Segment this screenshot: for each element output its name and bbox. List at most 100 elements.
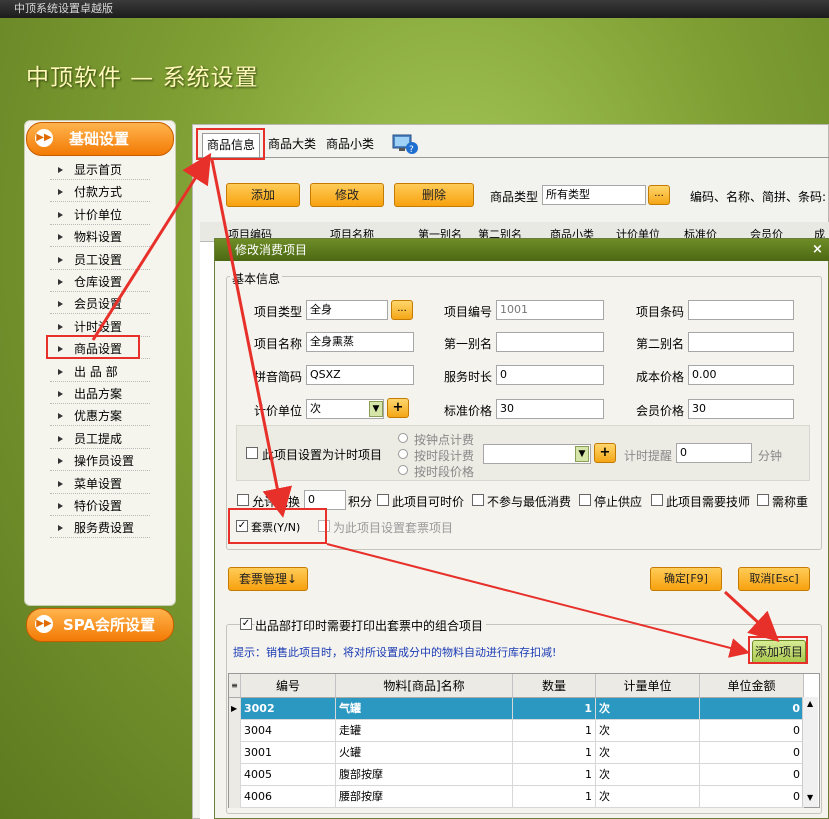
sidebar-item[interactable]: 出品方案 xyxy=(50,384,150,404)
package-setup-label: 为此项目设置套票项目 xyxy=(333,521,454,535)
add-timing-button[interactable]: + xyxy=(594,443,616,463)
tab-goods-subcategory[interactable]: 商品小类 xyxy=(322,133,378,157)
stop-supply-checkbox[interactable] xyxy=(579,494,591,506)
sidebar-item[interactable]: 菜单设置 xyxy=(50,474,150,494)
need-weigh-checkbox[interactable] xyxy=(757,494,769,506)
timed-price-label: 此项目可时价 xyxy=(392,495,465,509)
col-header-amount[interactable]: 单位金额 xyxy=(700,674,804,698)
sidebar-item-label: 特价设置 xyxy=(74,499,123,513)
item-name-input[interactable]: 全身熏蒸 xyxy=(306,332,414,352)
sidebar-item-label: 显示首页 xyxy=(74,163,123,177)
scroll-down-icon[interactable]: ▼ xyxy=(807,793,813,802)
item-code-input[interactable]: 1001 xyxy=(496,300,604,320)
reminder-label: 计时提醒 xyxy=(624,449,673,463)
table-cell: 1 xyxy=(513,720,596,742)
arrow-right-icon xyxy=(58,503,63,509)
alias2-input[interactable] xyxy=(688,332,794,352)
col-header-unit[interactable]: 计量单位 xyxy=(596,674,700,698)
basic-info-legend: 基本信息 xyxy=(230,270,283,287)
scroll-up-icon[interactable]: ▲ xyxy=(807,699,813,708)
radio-hourly[interactable] xyxy=(398,433,408,443)
sidebar-item[interactable]: 物料设置 xyxy=(50,227,150,248)
tab-goods-category[interactable]: 商品大类 xyxy=(264,133,320,157)
sidebar-item[interactable]: 付款方式 xyxy=(50,182,150,203)
arrow-right-icon xyxy=(58,211,63,218)
table-row[interactable]: 3001 火罐 1 次 0 xyxy=(229,742,804,764)
stop-supply-label: 停止供应 xyxy=(594,495,643,509)
item-barcode-input[interactable] xyxy=(688,300,794,320)
close-icon[interactable]: × xyxy=(812,242,823,257)
pinyin-label: 拼音简码 xyxy=(254,370,303,384)
col-header-qty[interactable]: 数量 xyxy=(513,674,596,698)
combo-table: ≡ 编号 物料[商品]名称 数量 计量单位 单位金额 ▶ 3002 气罐 1 次 0 300… xyxy=(228,673,820,808)
add-unit-button[interactable]: + xyxy=(387,398,409,418)
member-price-input[interactable]: 30 xyxy=(688,399,794,419)
pinyin-input[interactable]: QSXZ xyxy=(306,365,414,385)
table-cell: 0 xyxy=(700,698,804,720)
radio-period[interactable] xyxy=(398,449,408,459)
table-row[interactable]: 3004 走罐 1 次 0 xyxy=(229,720,804,742)
help-icon[interactable]: ? xyxy=(392,133,418,155)
sidebar-item[interactable]: 员工提成 xyxy=(50,429,150,449)
chevron-down-icon[interactable]: ▼ xyxy=(369,401,383,417)
sidebar-item[interactable]: 服务费设置 xyxy=(50,518,150,539)
table-cell: 走罐 xyxy=(336,720,513,742)
add-button[interactable]: 添加 xyxy=(226,183,300,207)
need-weigh-label: 需称重 xyxy=(772,495,809,509)
nav-section-basic[interactable]: ▶▶ 基础设置 xyxy=(26,122,174,156)
radio-period-price[interactable] xyxy=(398,465,408,475)
package-manage-button[interactable]: 套票管理↓ xyxy=(228,567,308,591)
cost-label: 成本价格 xyxy=(636,370,685,384)
table-row[interactable]: 4006 腰部按摩 1 次 0 xyxy=(229,786,804,808)
redeem-checkbox[interactable] xyxy=(237,494,249,506)
no-min-checkbox[interactable] xyxy=(472,494,484,506)
arrow-right-icon xyxy=(58,189,63,196)
type-filter-browse-button[interactable]: ... xyxy=(648,185,670,205)
delete-button[interactable]: 删除 xyxy=(394,183,474,207)
reminder-input[interactable]: 0 xyxy=(676,443,752,463)
item-barcode-label: 项目条码 xyxy=(636,305,685,319)
window-title: 中顶系统设置卓越版 xyxy=(0,0,829,18)
ok-button[interactable]: 确定[F9] xyxy=(650,567,722,591)
points-label: 积分 xyxy=(348,495,373,509)
timed-item-checkbox[interactable] xyxy=(246,447,258,459)
edit-button[interactable]: 修改 xyxy=(310,183,384,207)
need-tech-checkbox[interactable] xyxy=(651,494,663,506)
sidebar-item[interactable]: 操作员设置 xyxy=(50,451,150,472)
cancel-button[interactable]: 取消[Esc] xyxy=(738,567,810,591)
sidebar-item[interactable]: 计时设置 xyxy=(50,317,150,337)
table-row[interactable]: 4005 腹部按摩 1 次 0 xyxy=(229,764,804,786)
arrow-right-icon xyxy=(58,391,63,397)
alias1-input[interactable] xyxy=(496,332,604,352)
table-row[interactable]: ▶ 3002 气罐 1 次 0 xyxy=(229,698,804,720)
sidebar-item[interactable]: 显示首页 xyxy=(50,160,150,180)
col-header-code[interactable]: 编号 xyxy=(241,674,336,698)
arrow-right-icon xyxy=(58,525,63,532)
type-filter-input[interactable]: 所有类型 xyxy=(542,185,646,205)
redeem-points-input[interactable]: 0 xyxy=(304,490,346,510)
table-cell: 次 xyxy=(596,786,700,808)
sidebar-item[interactable]: 计价单位 xyxy=(50,205,150,225)
table-cell: 0 xyxy=(700,742,804,764)
timed-price-checkbox[interactable] xyxy=(377,494,389,506)
cost-input[interactable]: 0.00 xyxy=(688,365,794,385)
chevron-down-icon[interactable]: ▼ xyxy=(575,446,589,462)
duration-input[interactable]: 0 xyxy=(496,365,604,385)
nav-section-spa-label: SPA会所设置 xyxy=(63,616,156,634)
sidebar-item[interactable]: 出 品 部 xyxy=(50,362,150,382)
std-price-input[interactable]: 30 xyxy=(496,399,604,419)
sidebar-item[interactable]: 特价设置 xyxy=(50,496,150,516)
combo-print-checkbox[interactable]: ✓ xyxy=(240,618,252,630)
nav-section-spa[interactable]: ▶▶ SPA会所设置 xyxy=(26,608,174,642)
sidebar-item[interactable]: 仓库设置 xyxy=(50,272,150,292)
sidebar-item[interactable]: 员工设置 xyxy=(50,250,150,270)
item-type-browse-button[interactable]: ... xyxy=(391,300,413,320)
play-icon: ▶▶ xyxy=(35,129,53,147)
radio-period-price-label: 按时段价格 xyxy=(414,465,475,479)
col-header-name[interactable]: 物料[商品]名称 xyxy=(336,674,513,698)
item-type-input[interactable]: 全身 xyxy=(306,300,388,320)
table-scrollbar[interactable]: ▲ ▼ xyxy=(802,697,818,807)
sidebar-item-label: 操作员设置 xyxy=(74,454,135,469)
sidebar-item[interactable]: 会员设置 xyxy=(50,294,150,315)
sidebar-item[interactable]: 优惠方案 xyxy=(50,406,150,427)
